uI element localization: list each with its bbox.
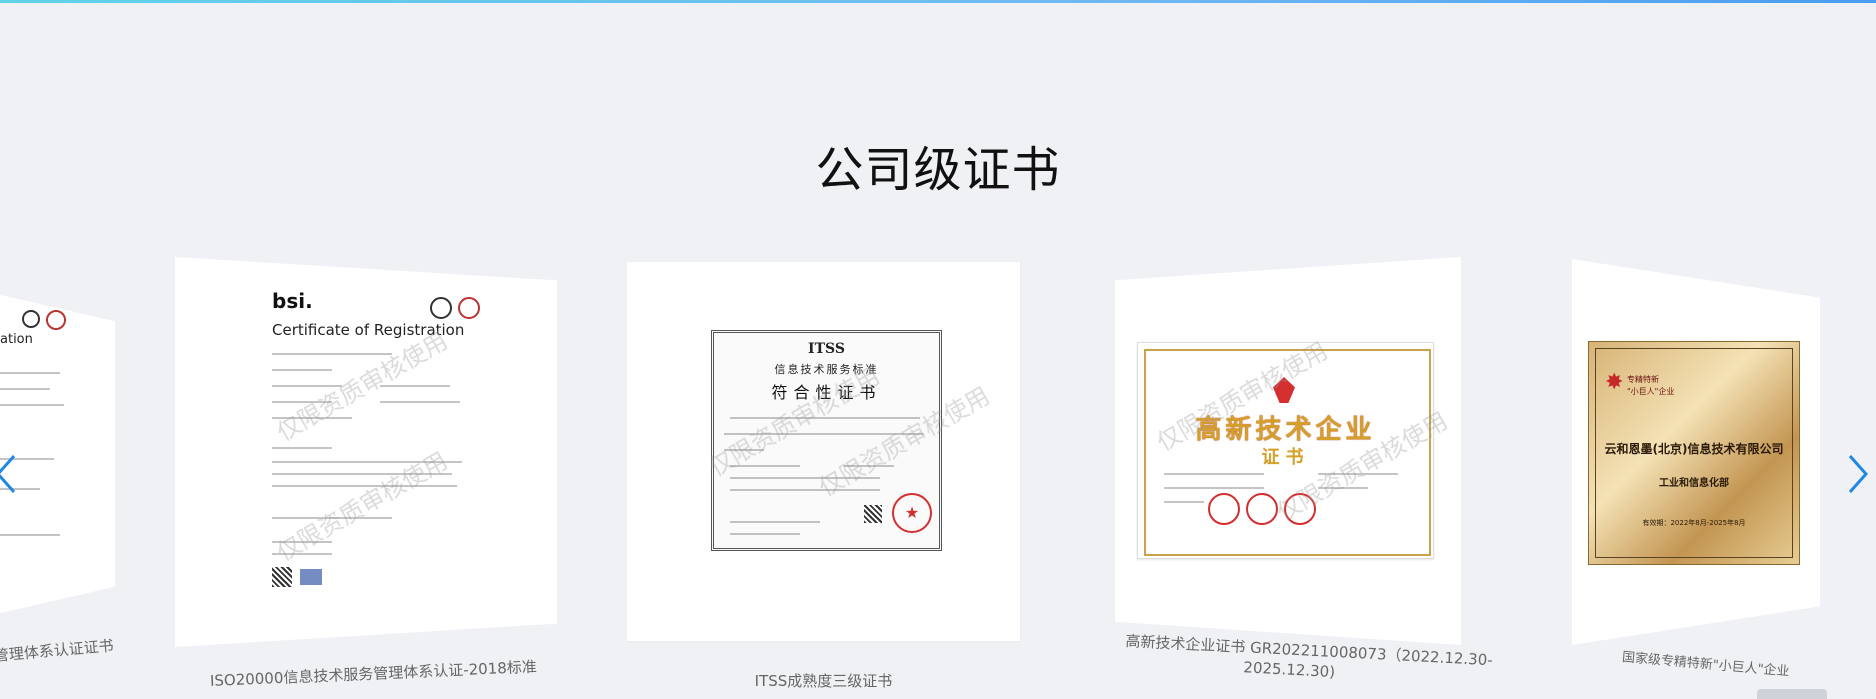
cert-seal-icon — [46, 310, 66, 330]
qr-code-icon — [272, 567, 292, 587]
cert-logo-icon — [430, 297, 452, 319]
carousel-slide-3[interactable]: 高新技术企业 证书 仅限资质审核使用 仅限资质审核使用 — [1115, 257, 1461, 645]
carousel-next-button[interactable] — [1846, 452, 1870, 496]
cert-logo-small-icon — [300, 569, 322, 585]
certificate-image-4: ✸ 专精特新 "小巨人"企业 云和恩墨(北京)信息技术有限公司 工业和信息化部 … — [1588, 341, 1800, 565]
red-seal-icon — [1208, 493, 1240, 525]
plaque-tag1: 专精特新 — [1627, 375, 1659, 384]
cert-subtitle: 信息技术服务标准 — [774, 363, 879, 376]
top-accent-bar — [0, 0, 1876, 3]
cert-logo-icon — [22, 310, 40, 328]
carousel-slide-2[interactable]: ITSS 信息技术服务标准 符合性证书 ★ 仅限资质审核使用 仅限资质审核使用 — [627, 262, 1020, 641]
cert-brand: ITSS — [808, 341, 845, 357]
qr-code-icon — [864, 505, 882, 523]
carousel-slide-1[interactable]: bsi. Certificate of Registration 仅限资质审核使… — [175, 257, 557, 647]
carousel-prev-button[interactable] — [0, 452, 18, 496]
carousel-slide-4[interactable]: ✸ 专精特新 "小巨人"企业 云和恩墨(北京)信息技术有限公司 工业和信息化部 … — [1572, 259, 1820, 645]
cert-sub: 工业和信息化部 — [1659, 478, 1729, 489]
slide-caption-2: ITSS成熟度三级证书 — [754, 672, 893, 690]
red-seal-icon: ★ — [892, 493, 932, 533]
cert-seal-icon — [458, 297, 480, 319]
chevron-left-icon — [0, 455, 16, 493]
certificate-image-0: ation — [0, 308, 90, 588]
cert-heading: 云和恩墨(北京)信息技术有限公司 — [1604, 442, 1784, 456]
cert-heading: ation — [0, 332, 33, 347]
slide-caption-4: 国家级专精特新"小巨人"企业 — [1621, 650, 1791, 680]
section-title: 公司级证书 — [815, 142, 1061, 198]
cert-date: 有效期：2022年8月-2025年8月 — [1642, 519, 1746, 527]
slide-caption-0-visible: 管理体系认证证书 — [0, 636, 115, 665]
plaque-tag2: "小巨人"企业 — [1627, 387, 1675, 396]
plaque-logo-icon: ✸ — [1605, 370, 1624, 395]
cert-brand: bsi. — [272, 289, 313, 313]
back-to-top-button[interactable] — [1757, 689, 1827, 699]
chevron-right-icon — [1848, 455, 1869, 493]
slide-caption-1: ISO20000信息技术服务管理体系认证-2018标准 — [209, 657, 538, 690]
